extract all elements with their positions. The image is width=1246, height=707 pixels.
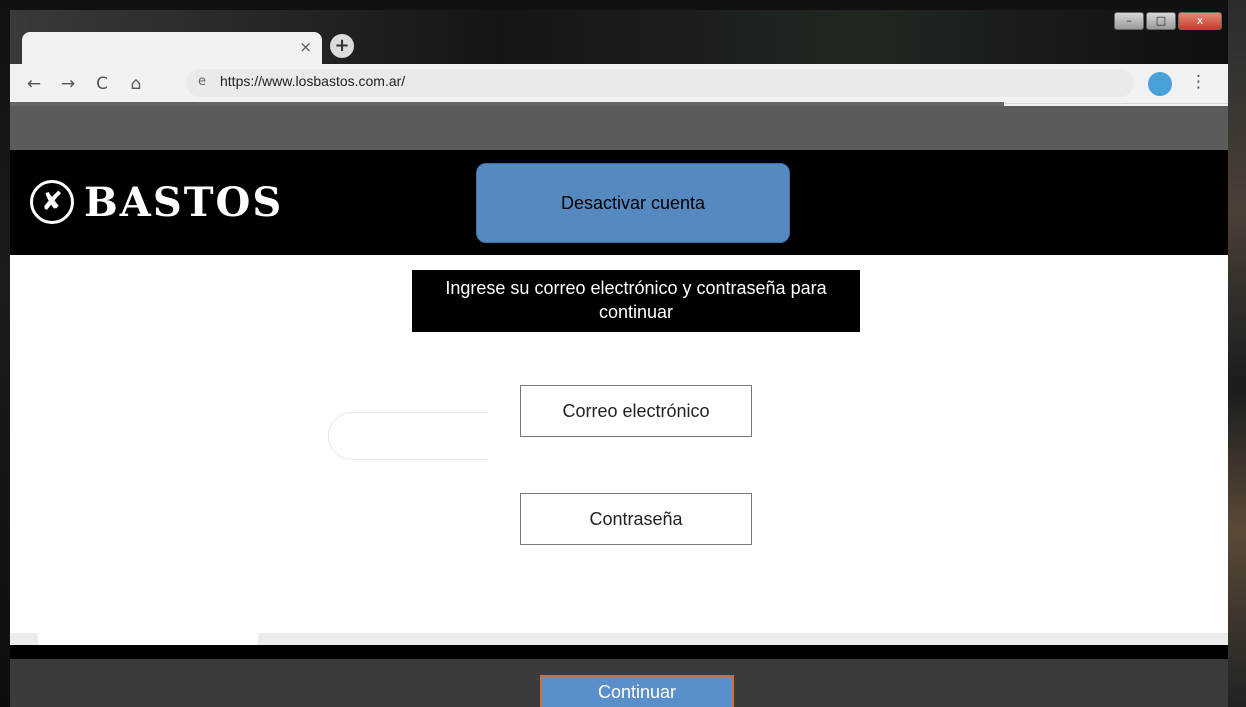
profile-avatar-icon[interactable] (1148, 72, 1172, 96)
close-window-button[interactable]: x (1178, 12, 1222, 30)
browser-tab[interactable]: × (22, 32, 322, 66)
deactivate-account-button[interactable]: Desactivar cuenta (476, 163, 790, 243)
continue-button[interactable]: Continuar (540, 675, 734, 707)
window-controls: – □ x (1114, 12, 1222, 30)
reload-icon[interactable]: C (90, 72, 114, 96)
email-field[interactable]: Correo electrónico (520, 385, 752, 437)
title-bar: × + – □ x (10, 10, 1228, 66)
site-footer: Continuar (10, 659, 1228, 707)
home-icon[interactable]: ⌂ (124, 72, 148, 96)
login-form-area: Ingrese su correo electrónico y contrase… (10, 255, 1228, 645)
new-tab-button[interactable]: + (330, 34, 354, 58)
site-info-icon[interactable]: e (198, 74, 206, 89)
site-header: ✘ BASTOS Desactivar cuenta (10, 150, 1228, 255)
browser-menu-icon[interactable]: ⋮ (1190, 72, 1207, 92)
forward-arrow-icon[interactable]: → (56, 72, 80, 96)
desktop-edge (1228, 0, 1246, 707)
scrollbar-thumb[interactable] (38, 633, 258, 645)
maximize-button[interactable]: □ (1146, 12, 1176, 30)
browser-toolbar: ← → C ⌂ e https://www.losbastos.com.ar/ … (10, 64, 1228, 104)
logo-text: BASTOS (84, 178, 284, 226)
browser-window: × + – □ x ← → C ⌂ e https://www.losbasto… (10, 10, 1228, 707)
minimize-button[interactable]: – (1114, 12, 1144, 30)
footer-divider (10, 645, 1228, 659)
tab-close-icon[interactable]: × (299, 38, 312, 56)
address-url: https://www.losbastos.com.ar/ (220, 73, 406, 89)
top-gray-band (10, 106, 1228, 150)
password-field[interactable]: Contraseña (520, 493, 752, 545)
address-bar[interactable]: e https://www.losbastos.com.ar/ (186, 69, 1134, 97)
instruction-text: Ingrese su correo electrónico y contrase… (412, 270, 860, 332)
back-arrow-icon[interactable]: ← (22, 72, 46, 96)
site-logo[interactable]: ✘ BASTOS (30, 172, 283, 232)
faded-input-outline (328, 412, 488, 460)
logo-emblem-icon: ✘ (30, 180, 74, 224)
